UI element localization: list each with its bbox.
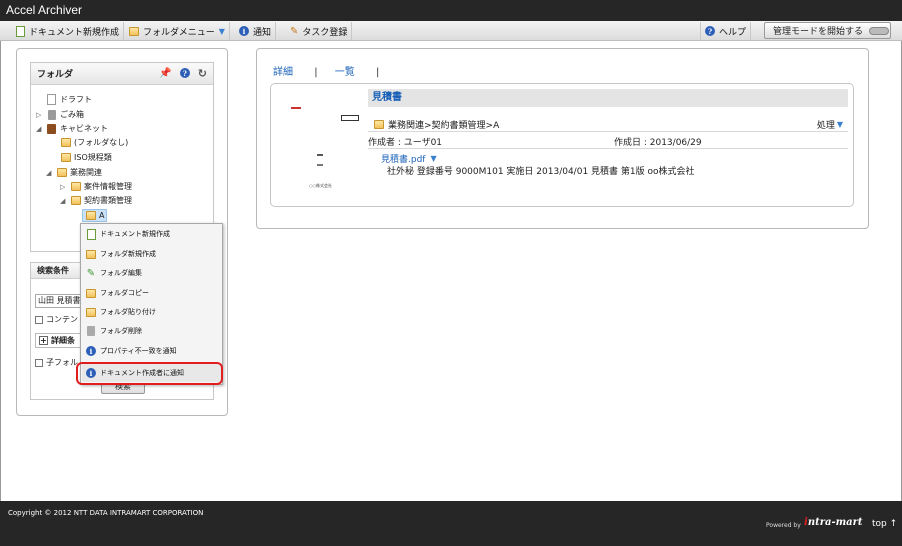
highlight-ring [76,362,223,385]
menu-item-property-mismatch[interactable]: i プロパティ不一致を通知 [82,342,221,360]
document-description: 社外秘 登録番号 9000M101 実施日 2013/04/01 見積書 第1版… [387,167,695,177]
info-icon: i [239,26,249,36]
pin-icon[interactable]: 📌 [159,68,171,79]
help-button[interactable]: ? ヘルプ [700,22,752,40]
checkbox-icon[interactable] [35,315,43,324]
thumb-company: ○○株式会社 [309,183,332,188]
trash-icon [85,325,97,337]
notice-button[interactable]: i 通知 [235,22,277,40]
menu-item-new-document[interactable]: ドキュメント新規作成 [82,225,221,243]
new-document-icon [85,228,97,240]
admin-mode-button[interactable]: 管理モードを開始する [764,22,891,39]
tab-list[interactable]: 一覧 [335,67,355,78]
folder-icon [374,120,384,129]
checkbox-icon[interactable] [35,358,43,367]
trash-icon [46,109,57,120]
brand-logo: intra-mart [804,517,863,528]
pencil-icon: ✎ [86,267,96,279]
tree-item-trash[interactable]: ▷ ごみ箱 [36,108,84,121]
action-dropdown[interactable]: 処理 ▼ [817,118,843,131]
tree-item-no-folder[interactable]: (フォルダなし) [50,136,128,149]
divider [368,131,848,132]
folder-icon [56,167,67,178]
view-tabs: 詳細 | 一覧 | [273,63,379,78]
toggle-icon [869,26,890,35]
app-title: Accel Archiver [0,0,902,21]
expand-icon[interactable]: ▷ [36,111,46,119]
powered-by-text: Powered by [766,522,801,529]
new-folder-icon [85,248,97,260]
tree-item-cabinet[interactable]: ◢ キャビネット [36,122,108,135]
tree-item-a[interactable]: A [82,209,108,222]
created-date-text: 作成日 : 2013/06/29 [614,138,702,148]
dropdown-arrow-icon: ▼ [430,154,437,163]
copy-folder-icon [85,287,97,299]
menu-item-delete-folder[interactable]: フォルダ削除 [82,322,221,340]
menu-item-edit-folder[interactable]: ✎ フォルダ編集 [82,264,221,282]
folder-panel-title: フォルダ [37,70,74,80]
tree-item-iso[interactable]: ISO規程類 [50,151,112,164]
main-toolbar: ドキュメント新規作成 フォルダメニュー ▼ i 通知 ✎ タスク登録 ? ヘルプ… [0,21,902,41]
folder-icon [60,137,71,148]
top-link[interactable]: top ↑ [872,519,897,529]
folder-icon [70,195,81,206]
draft-icon [46,94,57,105]
detail-condition-toggle[interactable]: + 詳細条 [35,333,83,348]
help-icon: ? [705,26,715,36]
tree-item-business[interactable]: ◢ 業務関連 [46,166,102,179]
task-icon: ✎ [290,25,299,37]
menu-item-paste-folder[interactable]: フォルダ貼り付け [82,303,221,321]
folder-icon [70,181,81,192]
folder-context-menu: ドキュメント新規作成 フォルダ新規作成 ✎ フォルダ編集 フォルダコピー フォル… [80,223,223,385]
tree-item-contract[interactable]: ◢ 契約書類管理 [60,194,132,207]
plus-icon: + [39,336,48,345]
new-document-button[interactable]: ドキュメント新規作成 [12,22,125,40]
paste-folder-icon [85,306,97,318]
cabinet-icon [46,123,57,134]
document-title[interactable]: 見積書 [368,89,848,107]
new-document-icon [16,25,25,37]
menu-item-copy-folder[interactable]: フォルダコピー [82,284,221,302]
collapse-icon[interactable]: ◢ [46,169,56,177]
collapse-icon[interactable]: ◢ [36,125,46,133]
menu-item-new-folder[interactable]: フォルダ新規作成 [82,245,221,263]
folder-icon [85,210,96,221]
footer: Copyright © 2012 NTT DATA INTRAMART CORP… [0,501,902,546]
task-register-button[interactable]: ✎ タスク登録 [286,22,353,40]
tab-separator: | [314,67,318,78]
refresh-icon[interactable]: ↻ [198,67,207,80]
document-card: ○○株式会社 見積書 業務関連>契約書類管理>A 処理 ▼ 作成者 : ユーザ0… [270,83,854,207]
folder-menu-button[interactable]: フォルダメニュー ▼ [125,22,230,40]
tab-detail[interactable]: 詳細 [273,67,293,78]
expand-icon[interactable]: ▷ [60,183,70,191]
dropdown-arrow-icon: ▼ [836,120,843,129]
info-icon: i [85,345,97,357]
subfolder-check[interactable]: 子フォル [35,357,78,368]
help-icon[interactable]: ? [179,68,190,79]
content-check[interactable]: コンテン [35,314,78,325]
tree-item-case-info[interactable]: ▷ 案件情報管理 [60,180,132,193]
folder-icon [129,26,139,36]
collapse-icon[interactable]: ◢ [60,197,70,205]
tree-item-draft[interactable]: ドラフト [36,93,92,106]
document-path: 業務関連>契約書類管理>A [374,118,499,131]
folder-icon [60,152,71,163]
creator-text: 作成者 : ユーザ01 [368,138,443,148]
document-thumbnail[interactable]: ○○株式会社 [281,99,361,194]
copyright-text: Copyright © 2012 NTT DATA INTRAMART CORP… [8,509,204,517]
tab-separator: | [375,67,380,78]
dropdown-arrow-icon: ▼ [218,26,225,36]
divider [368,148,848,149]
